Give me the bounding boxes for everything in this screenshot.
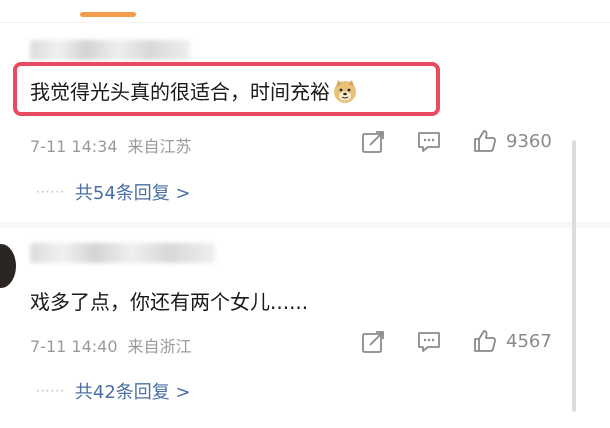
reply-dots: ······ (36, 384, 65, 398)
avatar[interactable] (0, 244, 16, 288)
reply-count-label: 共42条回复 > (74, 382, 191, 403)
comment-divider (0, 222, 610, 228)
top-divider (0, 22, 610, 23)
comment-date: 7-11 14:34 (30, 137, 118, 156)
reply-dots: ······ (36, 185, 65, 199)
like-count: 4567 (506, 331, 552, 352)
comment-text-content: 我觉得光头真的很适合，时间充裕 (30, 80, 330, 104)
comment-meta: 7-11 14:40 来自浙江 (30, 333, 192, 357)
username-blurred[interactable] (30, 243, 215, 263)
comment-text: 我觉得光头真的很适合，时间充裕 (30, 76, 358, 105)
share-icon[interactable] (360, 129, 386, 155)
username-blurred[interactable] (30, 40, 190, 60)
comment-location: 来自江苏 (127, 137, 192, 156)
comment-icon[interactable] (416, 329, 442, 355)
view-replies-link[interactable]: ······ 共42条回复 > (36, 378, 191, 404)
share-icon[interactable] (360, 329, 386, 355)
like-icon[interactable] (472, 328, 498, 354)
doge-emoji-icon (334, 80, 356, 103)
comment-text: 戏多了点，你还有两个女儿...... (30, 290, 309, 314)
like-icon[interactable] (472, 128, 498, 154)
comment-meta: 7-11 14:34 来自江苏 (30, 133, 192, 157)
comment-location: 来自浙江 (127, 337, 192, 356)
like-count: 9360 (506, 131, 552, 152)
reply-count-label: 共54条回复 > (74, 183, 191, 204)
scrollbar[interactable] (572, 140, 576, 412)
view-replies-link[interactable]: ······ 共54条回复 > (36, 179, 191, 205)
comment-date: 7-11 14:40 (30, 337, 118, 356)
tab-indicator (80, 12, 136, 17)
comment-icon[interactable] (416, 129, 442, 155)
